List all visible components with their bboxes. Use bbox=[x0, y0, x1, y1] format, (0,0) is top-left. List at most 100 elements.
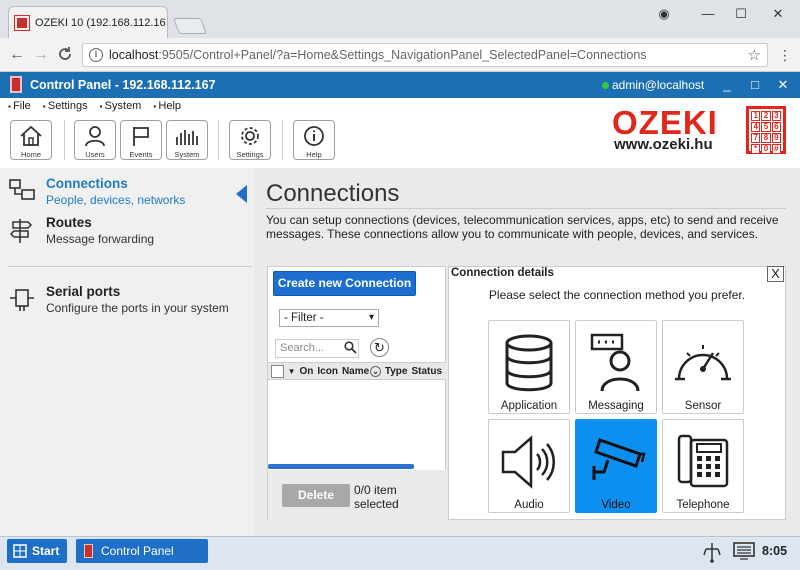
toolbar-help-label: Help bbox=[306, 150, 322, 159]
toolbar-events-label: Events bbox=[129, 150, 153, 159]
messaging-icon bbox=[590, 333, 640, 392]
database-icon bbox=[505, 334, 553, 392]
browser-menu-icon[interactable]: ⋮ bbox=[776, 46, 794, 64]
back-icon[interactable]: ← bbox=[8, 46, 26, 64]
column-header-on[interactable]: On bbox=[299, 366, 313, 377]
toolbar-settings-label: Settings bbox=[236, 150, 264, 159]
sidebar: Connections People, devices, networks Ro… bbox=[0, 168, 254, 536]
details-close-button[interactable]: X bbox=[767, 266, 784, 282]
speaker-icon bbox=[501, 435, 555, 489]
tab-close-icon[interactable]: × bbox=[166, 15, 167, 30]
app-maximize-button[interactable]: □ bbox=[746, 76, 764, 94]
camera-icon bbox=[592, 438, 646, 480]
menu-file[interactable]: File bbox=[8, 100, 31, 112]
monitor-icon[interactable] bbox=[732, 541, 756, 561]
reload-icon[interactable] bbox=[56, 46, 74, 64]
toolbar-divider bbox=[218, 120, 219, 160]
bars-icon bbox=[176, 130, 198, 145]
create-connection-button[interactable]: Create new Connection bbox=[273, 271, 416, 296]
window-maximize-button[interactable]: ☐ bbox=[729, 6, 753, 24]
sidebar-item-title: Routes bbox=[46, 215, 92, 230]
ozeki-logo: OZEKI www.ozeki.hu 123 456 789 * 0 # bbox=[612, 104, 790, 158]
start-button[interactable]: Start bbox=[7, 539, 67, 563]
tile-messaging[interactable]: Messaging bbox=[575, 320, 657, 414]
network-icon[interactable] bbox=[702, 541, 722, 563]
column-header-type[interactable]: Type bbox=[385, 366, 408, 377]
tile-sensor[interactable]: Sensor bbox=[662, 320, 744, 414]
browser-tab[interactable]: OZEKI 10 (192.168.112.16 × bbox=[8, 6, 168, 38]
url-field[interactable]: i localhost:9505/Control+Panel/?a=Home&S… bbox=[82, 43, 768, 67]
toolbar-home-label: Home bbox=[20, 150, 41, 159]
flag-icon bbox=[133, 127, 149, 146]
tile-telephone[interactable]: Telephone bbox=[662, 419, 744, 513]
control-panel-task-button[interactable]: Control Panel bbox=[76, 539, 208, 563]
ozeki-app-icon bbox=[84, 544, 93, 558]
menu-help[interactable]: Help bbox=[153, 100, 181, 112]
gauge-icon bbox=[675, 345, 731, 381]
tile-application[interactable]: Application bbox=[488, 320, 570, 414]
app-minimize-button[interactable]: _ bbox=[718, 76, 736, 94]
connections-icon bbox=[9, 179, 35, 200]
column-header-status[interactable]: Status bbox=[411, 366, 442, 377]
sidebar-item-desc: Message forwarding bbox=[46, 232, 155, 246]
column-header-icon[interactable]: Icon bbox=[317, 366, 338, 377]
info-icon[interactable]: i bbox=[89, 48, 103, 62]
sidebar-item-title: Connections bbox=[46, 176, 128, 191]
toolbar-help-button[interactable]: Help bbox=[293, 120, 335, 160]
profile-icon[interactable]: ◉ bbox=[652, 6, 676, 24]
url-path: :9505/Control+Panel/?a=Home&Settings_Nav… bbox=[158, 48, 647, 62]
filter-select[interactable]: - Filter - bbox=[279, 309, 379, 327]
ozeki-app-icon bbox=[10, 76, 22, 93]
online-status-icon bbox=[602, 82, 609, 89]
tile-label: Audio bbox=[514, 499, 544, 511]
user-icon bbox=[85, 126, 105, 147]
select-all-checkbox[interactable] bbox=[271, 364, 284, 378]
info-icon bbox=[304, 126, 324, 146]
toolbar-divider bbox=[282, 120, 283, 160]
address-bar: ← → i localhost:9505/Control+Panel/?a=Ho… bbox=[0, 38, 800, 72]
column-header-name[interactable]: Name bbox=[342, 366, 369, 377]
page-description: You can setup connections (devices, tele… bbox=[266, 213, 779, 241]
home-icon bbox=[20, 125, 42, 146]
app-close-button[interactable]: ✕ bbox=[774, 76, 792, 94]
title-divider bbox=[266, 208, 786, 209]
window-close-button[interactable]: ✕ bbox=[766, 6, 790, 24]
page-title: Connections bbox=[266, 180, 400, 207]
sidebar-item-connections[interactable]: Connections People, devices, networks bbox=[8, 176, 248, 207]
sidebar-divider bbox=[8, 266, 252, 267]
toolbar-system-button[interactable]: System bbox=[166, 120, 208, 160]
tile-label: Application bbox=[500, 400, 558, 412]
toolbar-events-button[interactable]: Events bbox=[120, 120, 162, 160]
control-panel-label: Control Panel bbox=[101, 544, 174, 558]
toolbar-home-button[interactable]: Home bbox=[10, 120, 52, 160]
connections-table-header: ▼ On Icon Name ⌄ Type Status bbox=[268, 362, 446, 380]
toolbar-settings-button[interactable]: Settings bbox=[229, 120, 271, 160]
window-minimize-button[interactable]: — bbox=[696, 6, 720, 24]
taskbar-clock: 8:05 bbox=[762, 544, 788, 558]
active-indicator-arrow bbox=[236, 185, 247, 203]
bookmark-star-icon[interactable]: ☆ bbox=[748, 46, 761, 64]
refresh-icon[interactable]: ↻ bbox=[370, 338, 389, 357]
menu-settings[interactable]: Settings bbox=[43, 100, 88, 112]
menu-system[interactable]: System bbox=[100, 100, 142, 112]
app-header: Control Panel - 192.168.112.167 admin@lo… bbox=[0, 72, 800, 98]
select-dropdown-icon[interactable]: ▼ bbox=[288, 367, 296, 376]
new-tab-button[interactable] bbox=[173, 18, 207, 34]
tile-label: Video bbox=[601, 499, 631, 511]
signpost-icon bbox=[9, 219, 33, 243]
forward-icon[interactable]: → bbox=[32, 46, 50, 64]
sidebar-item-routes[interactable]: Routes Message forwarding bbox=[8, 215, 248, 246]
selection-count: 0/0 item selected bbox=[354, 483, 399, 511]
sort-icon[interactable]: ⌄ bbox=[370, 365, 381, 377]
toolbar-system-label: System bbox=[174, 150, 200, 159]
search-icon[interactable] bbox=[344, 341, 357, 354]
tile-audio[interactable]: Audio bbox=[488, 419, 570, 513]
user-label[interactable]: admin@localhost bbox=[612, 78, 704, 92]
horizontal-scrollbar[interactable] bbox=[268, 464, 414, 469]
tile-video[interactable]: Video bbox=[575, 419, 657, 513]
url-host: localhost bbox=[109, 48, 159, 62]
toolbar-users-button[interactable]: Users bbox=[74, 120, 116, 160]
delete-button[interactable]: Delete bbox=[282, 484, 350, 507]
sidebar-item-serial-ports[interactable]: Serial ports Configure the ports in your… bbox=[8, 284, 248, 315]
telephone-icon bbox=[677, 434, 729, 488]
